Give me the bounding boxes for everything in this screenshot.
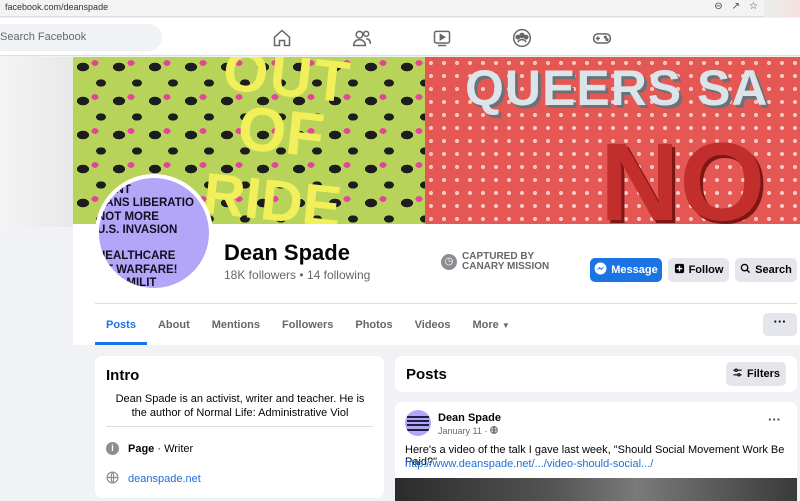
filters-label: Filters [746, 368, 780, 380]
home-icon[interactable] [270, 27, 294, 49]
clock-icon: ◷ [441, 254, 457, 270]
search-input[interactable]: Search Facebook [0, 24, 162, 51]
url-text[interactable]: facebook.com/deanspade [5, 2, 108, 12]
tab-videos[interactable]: Videos [404, 309, 462, 345]
post-card: Dean Spade January 11 · ··· Here's a vid… [395, 402, 797, 501]
website-link[interactable]: deanspade.net [128, 473, 201, 485]
post-date: January 11 · [438, 426, 498, 436]
browser-address-bar[interactable]: facebook.com/deanspade ⊖ ↗ ☆ [0, 0, 800, 17]
follow-stats: 18K followers • 14 following [224, 268, 370, 282]
avatar-sign-text: WANT RANS LIBERATIO NOT MORE U.S. INVASI… [97, 184, 194, 290]
post-video-thumbnail[interactable] [395, 478, 797, 501]
browser-extension-area [764, 0, 800, 17]
post-author[interactable]: Dean Spade [438, 412, 501, 424]
captured-line: CANARY MISSION [462, 261, 550, 272]
cover-sign-text: NO [600, 121, 765, 224]
more-options-button[interactable]: ··· [763, 313, 797, 336]
posts-title: Posts [406, 366, 447, 383]
page-category: Page · Writer [128, 443, 193, 455]
message-label: Message [611, 264, 658, 276]
top-navigation: Search Facebook [0, 18, 800, 56]
post-link[interactable]: http://www.deanspade.net/.../video-shoul… [405, 458, 653, 470]
post-options-button[interactable]: ··· [768, 412, 781, 427]
follow-button[interactable]: Follow [668, 258, 729, 282]
profile-name: Dean Spade [224, 240, 350, 265]
page-category-row: i Page · Writer [106, 442, 193, 455]
watch-icon[interactable] [430, 27, 454, 49]
post-date-text[interactable]: January 11 · [438, 426, 487, 436]
tab-about[interactable]: About [147, 309, 201, 345]
intro-divider [106, 426, 373, 427]
following-count[interactable]: 14 following [307, 268, 370, 282]
stats-separator: • [299, 268, 304, 282]
cover-sign-text: OF [234, 93, 328, 172]
intro-card: Intro Dean Spade is an activist, writer … [95, 356, 384, 498]
info-icon: i [106, 442, 119, 455]
follow-label: Follow [688, 264, 724, 276]
intro-title: Intro [106, 367, 140, 384]
profile-search-button[interactable]: Search [735, 258, 797, 282]
captured-badge: ◷ CAPTURED BY CANARY MISSION [441, 252, 562, 272]
posts-header-card: Posts Filters [395, 356, 797, 392]
globe-icon [106, 471, 119, 487]
cover-polka-sign: QUEERS SA NO [425, 57, 800, 224]
friends-icon[interactable] [350, 27, 374, 49]
cover-sign-text: RIDE [199, 160, 345, 224]
captured-text: CAPTURED BY CANARY MISSION [462, 252, 562, 272]
gaming-icon[interactable] [590, 27, 614, 49]
post-avatar[interactable] [405, 410, 431, 436]
tab-photos[interactable]: Photos [344, 309, 403, 345]
nav-icons [270, 27, 614, 49]
filters-button[interactable]: Filters [726, 362, 786, 386]
tab-mentions[interactable]: Mentions [201, 309, 271, 345]
search-icon [740, 263, 751, 277]
search-label: Search [755, 264, 792, 276]
tab-followers[interactable]: Followers [271, 309, 344, 345]
tab-more[interactable]: More ▼ [462, 309, 521, 345]
avatar[interactable]: WANT RANS LIBERATIO NOT MORE U.S. INVASI… [95, 174, 213, 292]
caret-down-icon: ▼ [501, 321, 510, 330]
zoom-icon[interactable]: ⊖ [714, 1, 722, 12]
page-label: Page [128, 442, 155, 455]
sliders-icon [732, 367, 743, 381]
profile-tabs: Posts About Mentions Followers Photos Vi… [95, 309, 521, 345]
cover-sign-text: QUEERS SA [465, 60, 769, 116]
followers-count[interactable]: 18K followers [224, 268, 296, 282]
page-category-text: · Writer [154, 442, 194, 455]
message-button[interactable]: Message [590, 258, 662, 282]
globe-icon [490, 426, 498, 436]
header-divider [95, 303, 797, 304]
tab-posts[interactable]: Posts [95, 309, 147, 345]
star-icon[interactable]: ☆ [749, 1, 758, 12]
left-gutter [0, 57, 73, 227]
groups-icon[interactable] [510, 27, 534, 49]
share-icon[interactable]: ↗ [732, 1, 740, 12]
follow-icon [674, 263, 685, 277]
browser-icons: ⊖ ↗ ☆ [714, 1, 758, 12]
intro-bio: Dean Spade is an activist, writer and te… [115, 393, 365, 419]
website-row: deanspade.net [106, 471, 201, 487]
tab-more-label: More [472, 319, 499, 331]
messenger-icon [594, 262, 607, 278]
